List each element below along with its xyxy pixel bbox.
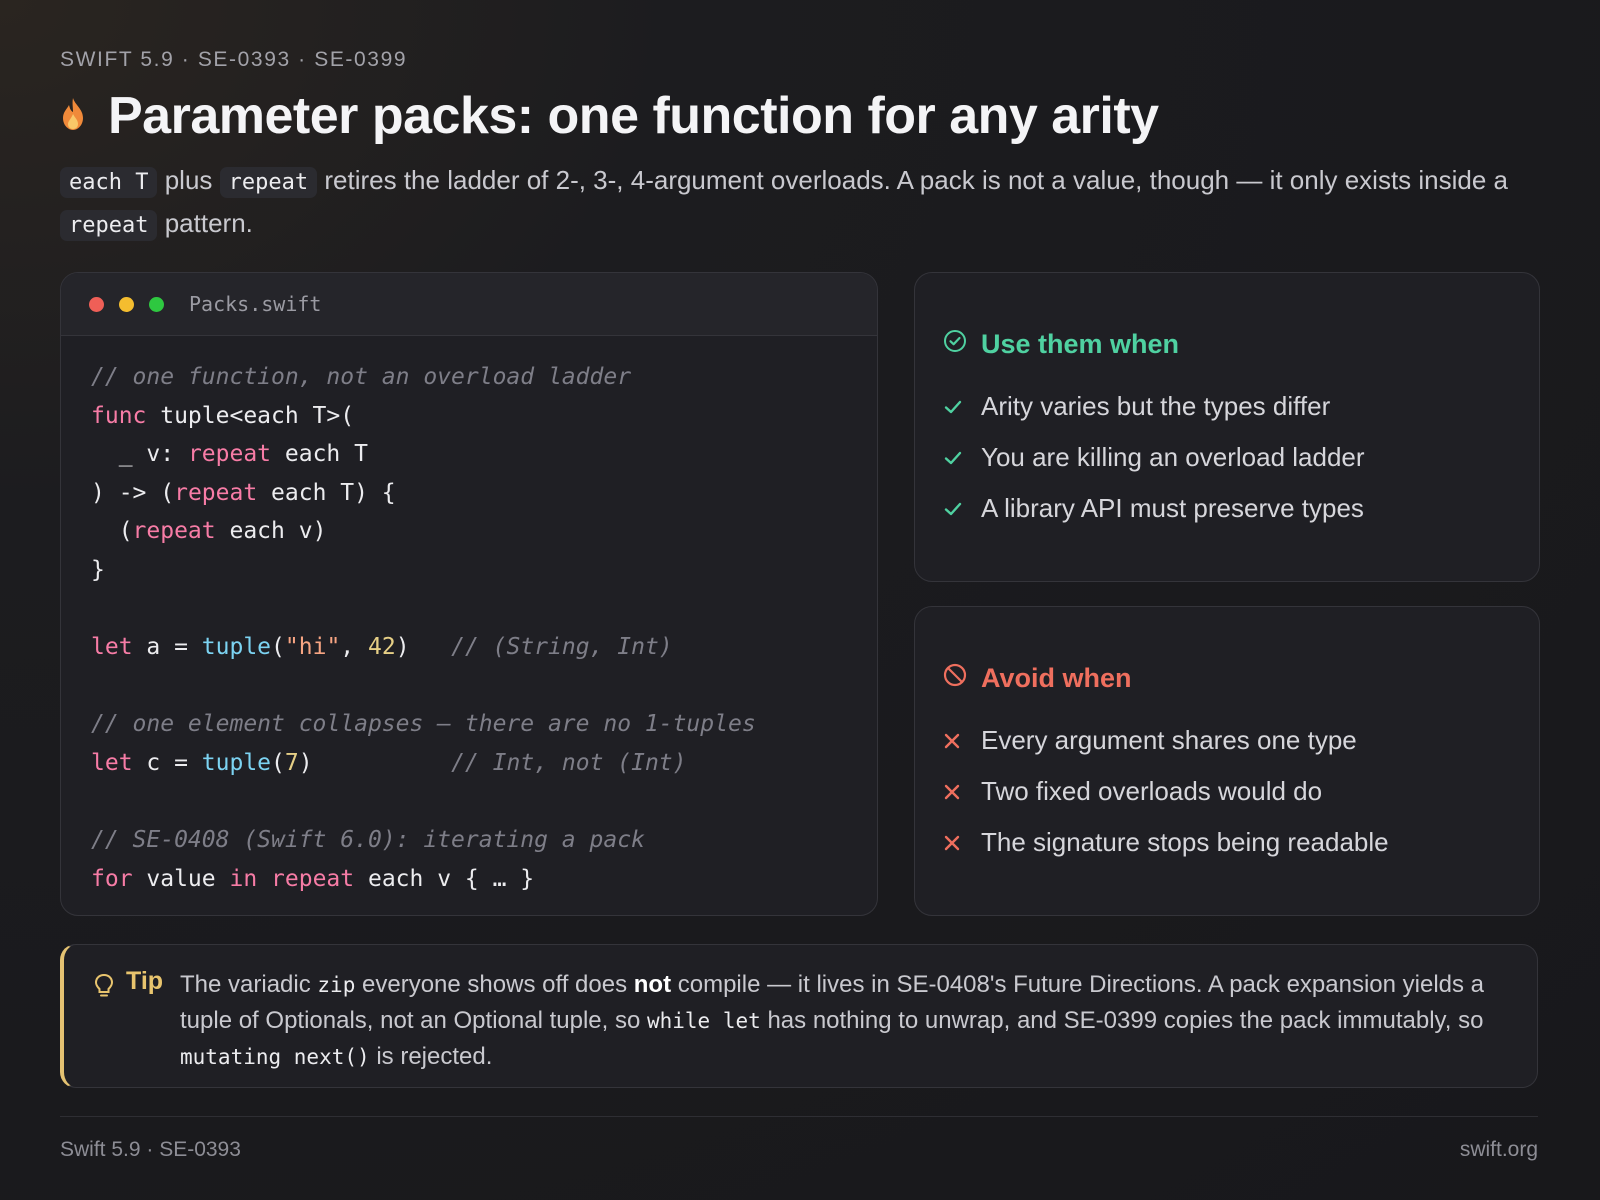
tip-segment: has nothing to unwrap, and SE-0399 copie… [767, 1007, 1484, 1034]
lede-paragraph: each T plus repeat retires the ladder of… [60, 160, 1540, 246]
cross-icon [943, 783, 981, 801]
tip-label: Tip [126, 967, 164, 995]
check-circle-icon [943, 329, 967, 360]
avoid-list-item: Two fixed overloads would do [943, 766, 1389, 817]
lede-text: retires the ladder of 2-, 3-, 4-argument… [324, 165, 1509, 195]
code-line: _ v: repeat each T [91, 441, 368, 468]
footer-link[interactable]: swift.org [1460, 1138, 1538, 1162]
code-chip-repeat: repeat [60, 210, 158, 241]
use-panel-title: Use them when [981, 329, 1180, 359]
code-line: } [91, 556, 105, 583]
use-item-text: You are killing an overload ladder [981, 442, 1365, 472]
use-list-item: Arity varies but the types differ [943, 381, 1365, 432]
tip-callout: Tip The variadic zip everyone shows off … [60, 944, 1538, 1088]
lede-text: plus [164, 165, 213, 195]
cross-icon [943, 834, 981, 852]
tip-text: The variadic zip everyone shows off does… [180, 967, 1510, 1075]
check-icon [943, 448, 981, 468]
code-line: let a = tuple("hi", 42) // (String, Int) [91, 634, 673, 661]
code-filename: Packs.swift [189, 292, 322, 316]
tip-code: zip [317, 973, 356, 997]
tip-segment: is rejected. [376, 1043, 493, 1070]
avoid-panel-title: Avoid when [981, 663, 1132, 693]
avoid-list: Every argument shares one type Two fixed… [943, 715, 1389, 868]
avoid-item-text: The signature stops being readable [981, 827, 1389, 857]
use-list-item: A library API must preserve types [943, 483, 1365, 534]
avoid-list-item: The signature stops being readable [943, 817, 1389, 868]
code-line: (repeat each v) [91, 518, 327, 545]
prohibited-icon [943, 663, 967, 694]
code-window: Packs.swift // one function, not an over… [60, 272, 878, 916]
cross-icon [943, 732, 981, 750]
use-item-text: A library API must preserve types [981, 493, 1364, 523]
code-line: func tuple<each T>( [91, 402, 355, 429]
code-chip-repeat: repeat [219, 167, 318, 198]
zoom-window-dot[interactable] [149, 296, 164, 312]
lede-text: pattern. [164, 208, 253, 238]
use-them-when-panel: Use them when Arity varies but the types… [914, 272, 1540, 582]
code-line: ) -> (repeat each T) { [91, 479, 396, 506]
flame-icon [60, 97, 86, 136]
check-icon [943, 397, 981, 417]
footer-left: Swift 5.9 · SE-0393 [60, 1138, 241, 1161]
close-window-dot[interactable] [89, 296, 104, 312]
avoid-list-item: Every argument shares one type [943, 715, 1389, 766]
code-line: for value in repeat each v { … } [91, 865, 535, 892]
tip-code: while let [646, 1009, 761, 1033]
footer-divider [60, 1116, 1538, 1117]
use-panel-heading: Use them when [943, 329, 1179, 360]
code-line: let c = tuple(7) // Int, not (Int) [91, 749, 687, 776]
code-window-titlebar: Packs.swift [61, 273, 877, 336]
page-title-row: Parameter packs: one function for any ar… [60, 86, 1159, 146]
lightbulb-icon [94, 973, 114, 1004]
page-title: Parameter packs: one function for any ar… [108, 87, 1159, 145]
code-chip-each-t: each T [60, 167, 158, 198]
avoid-when-panel: Avoid when Every argument shares one typ… [914, 606, 1540, 916]
tip-emphasis: not [633, 971, 672, 998]
avoid-panel-heading: Avoid when [943, 663, 1132, 694]
code-line: // one function, not an overload ladder [91, 364, 632, 390]
minimize-window-dot[interactable] [119, 296, 134, 312]
use-list-item: You are killing an overload ladder [943, 432, 1365, 483]
tip-segment: everyone shows off does [362, 971, 628, 998]
avoid-item-text: Every argument shares one type [981, 725, 1357, 755]
tip-segment: The variadic [180, 971, 311, 998]
tip-code: mutating next() [180, 1045, 370, 1069]
code-line: // one element collapses — there are no … [91, 711, 756, 738]
avoid-item-text: Two fixed overloads would do [981, 776, 1323, 806]
eyebrow: SWIFT 5.9 · SE-0393 · SE-0399 [60, 48, 408, 71]
check-icon [943, 499, 981, 519]
use-item-text: Arity varies but the types differ [981, 391, 1331, 421]
code-block: // one function, not an overload ladder f… [61, 336, 877, 915]
code-line: // SE-0408 (Swift 6.0): iterating a pack [91, 827, 645, 854]
use-list: Arity varies but the types differ You ar… [943, 381, 1365, 534]
